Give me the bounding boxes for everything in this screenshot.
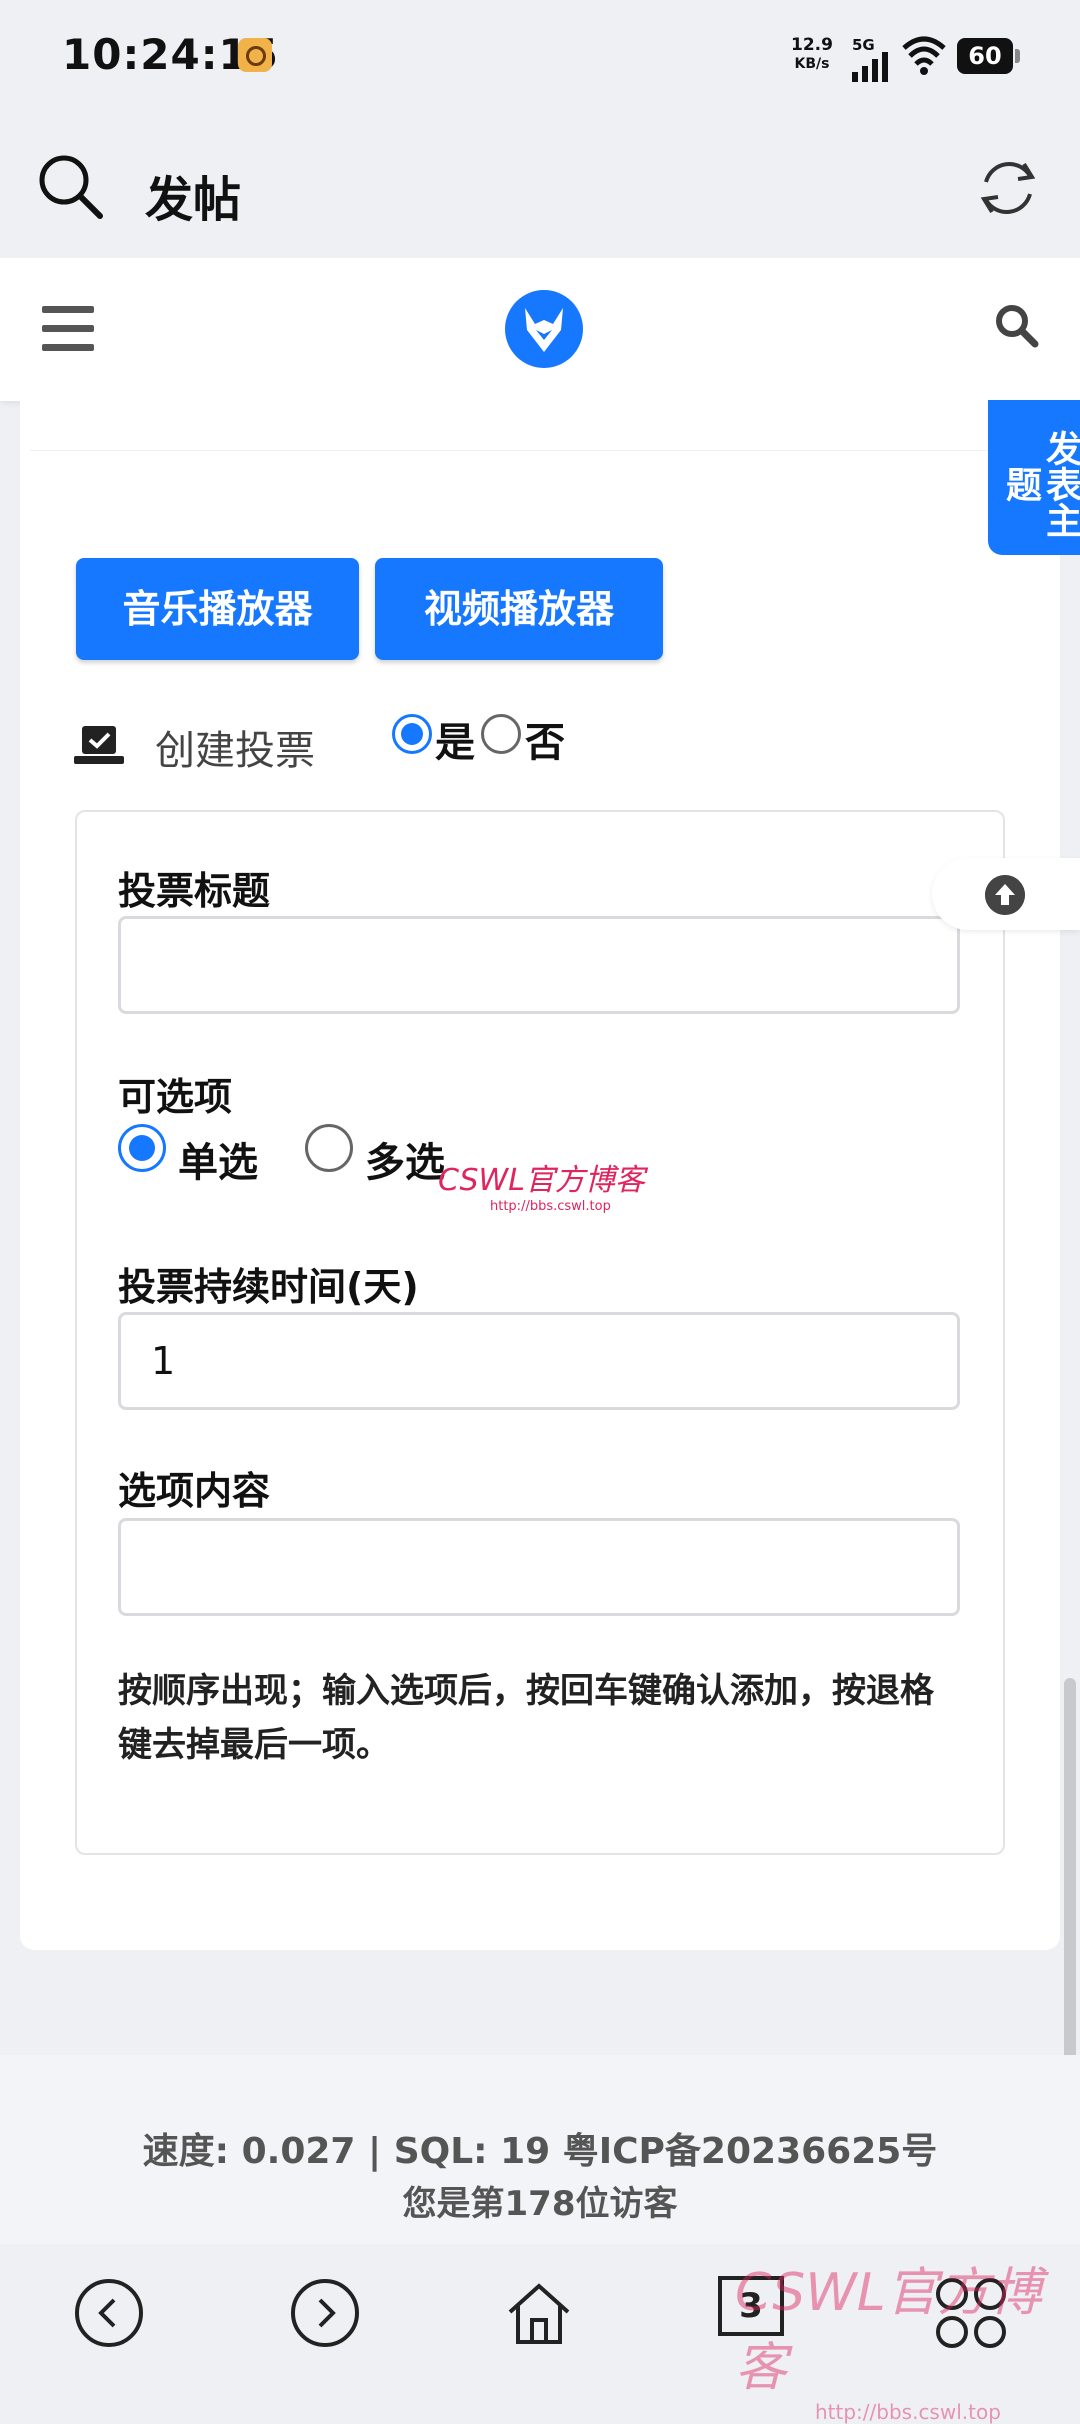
battery-indicator: 60 [957, 38, 1020, 74]
option-content-label: 选项内容 [118, 1469, 271, 1513]
poll-title-label: 投票标题 [118, 869, 271, 913]
poll-duration-input[interactable]: 1 [118, 1312, 960, 1410]
music-player-button[interactable]: 音乐播放器 [76, 558, 359, 660]
post-topic-tab[interactable]: 发表主题 [988, 400, 1080, 555]
back-icon[interactable] [72, 2276, 146, 2350]
multiple-choice-radio[interactable] [305, 1124, 353, 1172]
create-vote-label: 创建投票 [155, 728, 315, 774]
vote-icon [74, 726, 124, 764]
poll-title-input[interactable] [118, 916, 960, 1014]
option-content-input[interactable] [118, 1518, 960, 1616]
arrow-up-icon[interactable] [985, 875, 1025, 915]
poll-duration-label: 投票持续时间(天) [118, 1265, 419, 1309]
wifi-icon [902, 36, 946, 75]
watermark: CSWL官方博客 http://bbs.cswl.top [735, 2250, 1065, 2424]
watermark: CSWL官方博客 http://bbs.cswl.top [438, 1155, 648, 1225]
network-speed-value: 12.9 [791, 35, 833, 55]
refresh-icon[interactable] [972, 152, 1044, 224]
forward-icon[interactable] [288, 2276, 362, 2350]
vote-yes-radio[interactable] [392, 714, 432, 754]
site-logo[interactable] [505, 290, 583, 368]
vote-yes-label[interactable]: 是 [435, 710, 475, 768]
logo-icon [525, 308, 563, 352]
network-speed-unit: KB/s [794, 56, 830, 72]
watermark-url: http://bbs.cswl.top [490, 1199, 611, 1214]
footer-stats: 速度: 0.027 | SQL: 19 粤ICP备20236625号 [142, 2131, 938, 2172]
app-notification-icon [238, 38, 272, 72]
vote-no-radio[interactable] [481, 714, 521, 754]
network-speed: 12.9 KB/s [790, 36, 834, 74]
option-hint-text: 按顺序出现；输入选项后，按回车键确认添加，按退格键去掉最后一项。 [118, 1671, 934, 1765]
footer-visitors: 您是第178位访客 [402, 2184, 678, 2224]
video-player-button[interactable]: 视频播放器 [375, 558, 663, 660]
home-icon[interactable] [502, 2276, 576, 2350]
vote-no-label[interactable]: 否 [525, 710, 565, 768]
signal-icon [852, 52, 888, 82]
search-icon[interactable] [36, 152, 106, 222]
watermark-url: http://bbs.cswl.top [815, 2400, 1001, 2424]
single-choice-radio[interactable] [118, 1124, 166, 1172]
multiple-choice-label[interactable]: 多选 [365, 1130, 445, 1188]
single-choice-label[interactable]: 单选 [178, 1130, 258, 1188]
search-icon[interactable] [993, 302, 1039, 348]
watermark-text: CSWL官方博客 [735, 2263, 1042, 2398]
divider [30, 450, 1030, 451]
page-title: 发帖 [145, 172, 242, 228]
options-label: 可选项 [118, 1075, 233, 1119]
menu-icon[interactable] [42, 306, 94, 352]
watermark-text: CSWL官方博客 [438, 1163, 645, 1198]
